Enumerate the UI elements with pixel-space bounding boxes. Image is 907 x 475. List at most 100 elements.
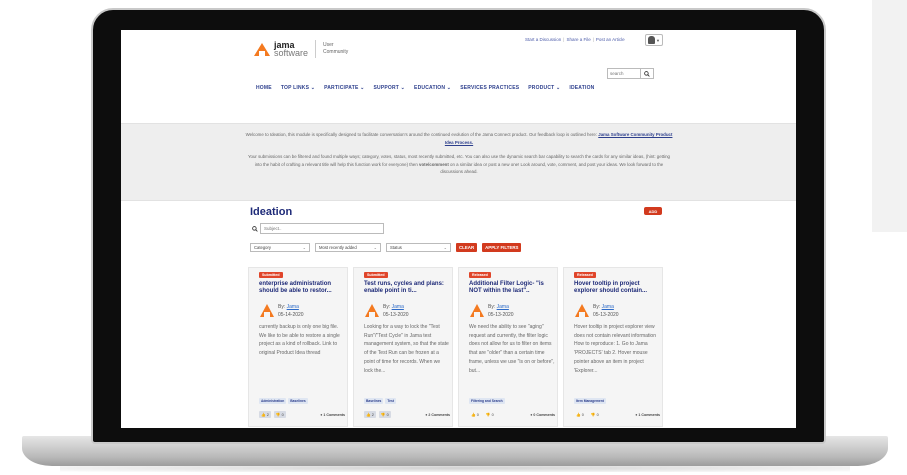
idea-date: 05-13-2020 xyxy=(488,312,514,318)
nav-ideation[interactable]: IDEATION xyxy=(569,85,594,91)
status-badge: Released xyxy=(574,272,596,278)
upvote-count: 0 xyxy=(476,412,479,417)
filter-bar: Category ⌄ Most recently added ⌄ Status ⌄ C… xyxy=(250,243,522,252)
intro-text-2-bold: vote/comment xyxy=(419,161,449,167)
share-file-link[interactable]: Share a File xyxy=(566,37,590,42)
intro-paragraph-2: Your submissions can be filtered and fou… xyxy=(244,153,674,176)
author-link[interactable]: Jama xyxy=(497,304,509,310)
avatar xyxy=(648,36,656,44)
utility-links: Start a Discussion | Share a File | Post… xyxy=(525,37,625,42)
idea-title[interactable]: Test runs, cycles and plans: enable poin… xyxy=(364,281,452,295)
author-link[interactable]: Jama xyxy=(287,304,299,310)
category-select[interactable]: Category ⌄ xyxy=(250,243,310,252)
downvote-count: 0 xyxy=(596,412,599,417)
upvote-button[interactable]: 👍 0 xyxy=(574,411,586,418)
downvote-count: 0 xyxy=(386,412,389,417)
nav-education[interactable]: EDUCATION ⌄ xyxy=(414,85,451,91)
idea-card[interactable]: Released Additional Filter Logic- "is NO… xyxy=(458,267,558,427)
side-panel xyxy=(872,0,907,232)
tag[interactable]: Baselines xyxy=(288,398,308,404)
apply-filters-button[interactable]: APPLY FILTERS xyxy=(482,243,522,252)
downvote-count: 0 xyxy=(281,412,284,417)
status-badge: Submitted xyxy=(364,272,388,278)
idea-body: currently backup is only one big file. W… xyxy=(259,324,340,357)
idea-title[interactable]: enterprise administration should be able… xyxy=(259,281,347,295)
card-footer: 👍 2 👎 0 ● 2 Comments xyxy=(364,411,450,418)
by-label: By xyxy=(383,304,389,310)
tag-list: Administration Baselines xyxy=(259,398,308,404)
search-input[interactable] xyxy=(607,68,641,79)
tag[interactable]: Test xyxy=(385,398,396,404)
comment-icon: ● xyxy=(530,412,533,417)
tag[interactable]: Item Management xyxy=(574,398,606,404)
downvote-button[interactable]: 👎 0 xyxy=(484,411,496,418)
by-label: By xyxy=(278,304,284,310)
thumbs-up-icon: 👍 xyxy=(261,413,266,417)
post-article-link[interactable]: Post an Article xyxy=(596,37,625,42)
author-link[interactable]: Jama xyxy=(392,304,404,310)
tag[interactable]: Filtering and Search xyxy=(469,398,505,404)
comments-link[interactable]: ● 0 Comments xyxy=(530,413,555,417)
author-avatar-icon xyxy=(260,303,274,317)
nav-participate[interactable]: PARTICIPATE ⌄ xyxy=(324,85,364,91)
logo-sub-line2: Community xyxy=(323,49,349,55)
author-avatar-icon xyxy=(575,303,589,317)
upvote-button[interactable]: 👍 2 xyxy=(259,411,271,418)
downvote-button[interactable]: 👎 0 xyxy=(273,411,286,418)
idea-title[interactable]: Additional Filter Logic- "is NOT within … xyxy=(469,281,557,295)
intro-banner: Welcome to Ideation, this module is spec… xyxy=(121,123,796,201)
clear-button[interactable]: CLEAR xyxy=(456,243,478,252)
card-footer: 👍 2 👎 0 ● 1 Comments xyxy=(259,411,345,418)
tag-list: Filtering and Search xyxy=(469,398,505,404)
idea-body: We need the ability to see "aging" reque… xyxy=(469,324,555,374)
author-avatar-icon xyxy=(470,303,484,317)
downvote-button[interactable]: 👎 0 xyxy=(589,411,601,418)
nav-home[interactable]: HOME xyxy=(256,85,272,91)
logo-line2: software xyxy=(274,48,309,58)
intro-text-2b: on a similar idea or post a new one! Loo… xyxy=(440,161,664,175)
idea-card[interactable]: Submitted Test runs, cycles and plans: e… xyxy=(353,267,453,427)
start-discussion-link[interactable]: Start a Discussion xyxy=(525,37,561,42)
idea-card[interactable]: Submitted enterprise administration shou… xyxy=(248,267,348,427)
author-line: By: Jama xyxy=(383,304,404,310)
thumbs-up-icon: 👍 xyxy=(471,413,476,417)
intro-text-1: Welcome to Ideation, this module is spec… xyxy=(245,132,599,137)
thumbs-down-icon: 👎 xyxy=(590,413,596,417)
subject-input[interactable] xyxy=(260,223,384,234)
thumbs-up-icon: 👍 xyxy=(366,413,371,417)
comment-count: 0 Comments xyxy=(533,412,555,417)
site-logo[interactable]: jama software User Community xyxy=(254,40,348,58)
tag[interactable]: Baselines xyxy=(364,398,384,404)
idea-date: 05-13-2020 xyxy=(383,312,409,318)
status-select[interactable]: Status ⌄ xyxy=(386,243,451,252)
nav-support[interactable]: SUPPORT ⌄ xyxy=(373,85,405,91)
tag-list: Item Management xyxy=(574,398,606,404)
add-idea-button[interactable]: ADD xyxy=(644,207,662,215)
author-link[interactable]: Jama xyxy=(602,304,614,310)
logo-subtitle: User Community xyxy=(323,42,348,56)
comment-icon: ● xyxy=(425,412,428,417)
upvote-button[interactable]: 👍 2 xyxy=(364,411,376,418)
comments-link[interactable]: ● 1 Comments xyxy=(320,413,345,417)
comments-link[interactable]: ● 2 Comments xyxy=(425,413,450,417)
nav-product[interactable]: PRODUCT ⌄ xyxy=(528,85,560,91)
upvote-count: 2 xyxy=(266,412,269,417)
idea-body: Hover tooltip in project explorer view d… xyxy=(574,324,656,374)
author-avatar-icon xyxy=(365,303,379,317)
thumbs-down-icon: 👎 xyxy=(485,413,491,417)
downvote-button[interactable]: 👎 0 xyxy=(378,411,391,418)
search-icon xyxy=(644,70,650,77)
search-button[interactable] xyxy=(641,68,654,79)
tag[interactable]: Administration xyxy=(259,398,287,404)
nav-top-links[interactable]: TOP LINKS ⌄ xyxy=(281,85,315,91)
idea-title[interactable]: Hover tooltip in project explorer should… xyxy=(574,281,662,295)
upvote-button[interactable]: 👍 0 xyxy=(469,411,481,418)
user-menu[interactable]: ▼ xyxy=(645,34,663,46)
nav-services-practices[interactable]: SERVICES PRACTICES xyxy=(460,85,519,91)
comments-link[interactable]: ● 1 Comments xyxy=(635,413,660,417)
sort-select[interactable]: Most recently added ⌄ xyxy=(315,243,381,252)
thumbs-down-icon: 👎 xyxy=(380,413,386,417)
idea-card[interactable]: Released Hover tooltip in project explor… xyxy=(563,267,663,427)
idea-body: Looking for a way to lock the "Test Run"… xyxy=(364,324,449,374)
comment-count: 2 Comments xyxy=(428,412,450,417)
